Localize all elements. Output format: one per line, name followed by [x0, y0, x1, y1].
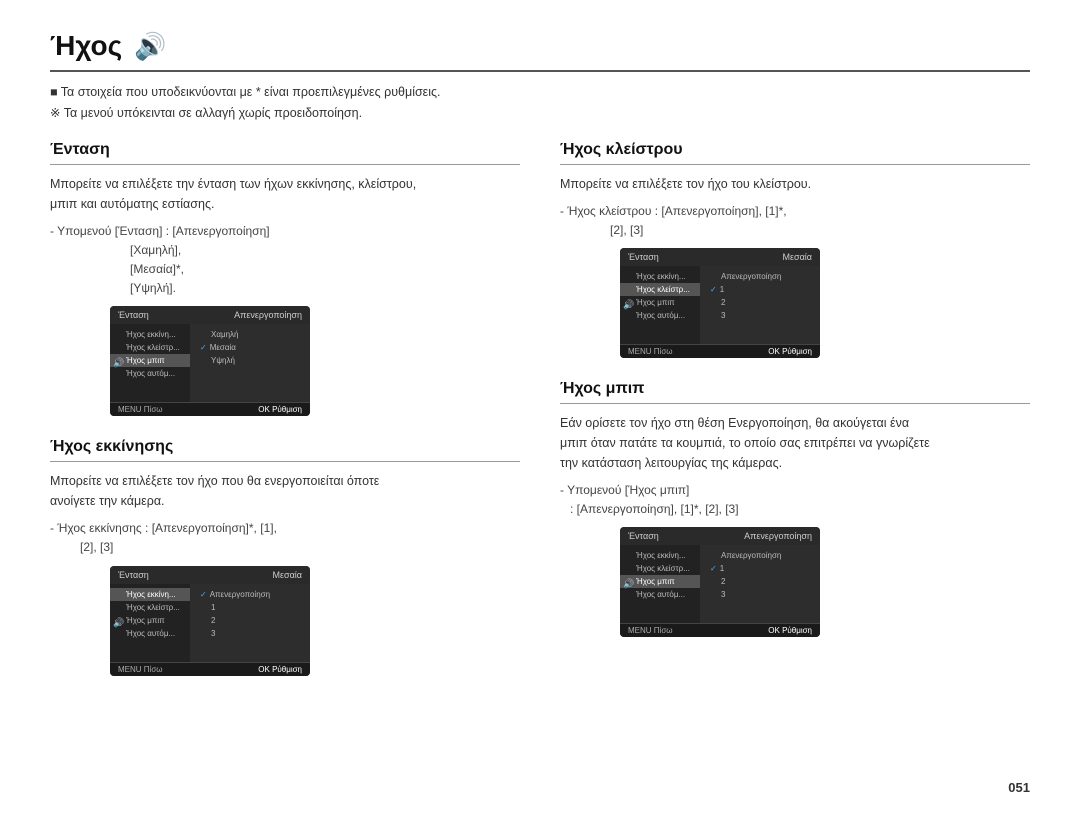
cam-menu-au4: Ήχος αυτόμ...	[620, 588, 700, 601]
intro-section: ■ Τα στοιχεία που υποδεικνύονται με * εί…	[50, 82, 1030, 125]
cam-opt4-1-sel: 1	[706, 562, 814, 575]
section-kleistrou: Ήχος κλείστρου Μπορείτε να επιλέξετε τον…	[560, 141, 1030, 358]
cam-opt3-off: Απενεργοποίηση	[706, 270, 814, 283]
speaker-icon: 🔊	[134, 31, 166, 62]
two-col-layout: Ένταση Μπορείτε να επιλέξετε την ένταση …	[50, 141, 1030, 698]
intro-line1: ■ Τα στοιχεία που υποδεικνύονται με * εί…	[50, 82, 1030, 103]
page-title: Ήχος	[50, 30, 122, 62]
cam-opt-1: 1	[196, 601, 304, 614]
cam-speaker-icon3: 🔊	[623, 299, 634, 310]
camera-left-panel4: 🔊 Ήχος εκκίνη... Ήχος κλείστρ... Ήχος μπ…	[620, 545, 700, 623]
cam-opt-3: 3	[196, 627, 304, 640]
intro-line2: ※ Τα μενού υπόκεινται σε αλλαγή χωρίς πρ…	[50, 103, 1030, 124]
camera-left-panel2: 🔊 Ήχος εκκίνη... Ήχος κλείστρ... Ήχος μπ…	[110, 584, 190, 662]
cam-opt4-2: 2	[706, 575, 814, 588]
cam-speaker-icon4: 🔊	[623, 579, 634, 590]
cam-speaker-icon: 🔊	[113, 358, 124, 369]
section-entasi-body: Μπορείτε να επιλέξετε την ένταση των ήχω…	[50, 174, 520, 214]
section-entasi-note: - Υπομενού [Ένταση] : [Απενεργοποίηση] […	[50, 222, 520, 299]
cam-opt3-3: 3	[706, 309, 814, 322]
camera-ui-content4: 🔊 Ήχος εκκίνη... Ήχος κλείστρ... Ήχος μπ…	[620, 545, 820, 623]
camera-ui-mpip: Ένταση Απενεργοποίηση 🔊 Ήχος εκκίνη... Ή…	[620, 527, 820, 637]
section-entasi-title: Ένταση	[50, 141, 520, 165]
cam-speaker-icon2: 🔊	[113, 617, 124, 628]
cam-menu-ek4: Ήχος εκκίνη...	[620, 549, 700, 562]
left-column: Ένταση Μπορείτε να επιλέξετε την ένταση …	[50, 141, 520, 698]
cam-opt4-3: 3	[706, 588, 814, 601]
section-ekkinisis-body: Μπορείτε να επιλέξετε τον ήχο που θα ενε…	[50, 471, 520, 511]
cam-opt-high: Υψηλή	[196, 354, 304, 367]
camera-ui-entasi: Ένταση Απενεργοποίηση 🔊 Ήχος εκκίνη... Ή…	[110, 306, 310, 416]
cam-menu-entasi: Ήχος εκκίνη...	[110, 328, 190, 341]
cam-menu-kl2: Ήχος κλείστρ...	[110, 601, 190, 614]
camera-ui-header2: Ένταση Μεσαία	[110, 566, 310, 584]
camera-right-panel4: Απενεργοποίηση 1 2 3	[700, 545, 820, 623]
cam-opt3-2: 2	[706, 296, 814, 309]
section-mpip-note: - Υπομενού [Ήχος μπιπ] : [Απενεργοποίηση…	[560, 481, 1030, 519]
cam-opt4-off: Απενεργοποίηση	[706, 549, 814, 562]
cam-menu-au2: Ήχος αυτόμ...	[110, 627, 190, 640]
section-mpip: Ήχος μπιπ Εάν ορίσετε τον ήχο στη θέση Ε…	[560, 380, 1030, 637]
camera-ui-footer: MENU Πίσω OK Ρύθμιση	[110, 402, 310, 416]
camera-ui-header: Ένταση Απενεργοποίηση	[110, 306, 310, 324]
section-ekkinisis-note: - Ήχος εκκίνησης : [Απενεργοποίηση]*, [1…	[50, 519, 520, 557]
camera-right-panel3: Απενεργοποίηση 1 2 3	[700, 266, 820, 344]
cam-menu-au3: Ήχος αυτόμ...	[620, 309, 700, 322]
page-number: 051	[1008, 780, 1030, 795]
camera-ui-ekkinisis: Ένταση Μεσαία 🔊 Ήχος εκκίνη... Ήχος κλεί…	[110, 566, 310, 676]
cam-menu-kleistrou: Ήχος κλείστρ...	[110, 341, 190, 354]
cam-opt3-1-sel: 1	[706, 283, 814, 296]
camera-ui-content2: 🔊 Ήχος εκκίνη... Ήχος κλείστρ... Ήχος μπ…	[110, 584, 310, 662]
camera-ui-footer4: MENU Πίσω OK Ρύθμιση	[620, 623, 820, 637]
camera-right-panel2: Απενεργοποίηση 1 2 3	[190, 584, 310, 662]
camera-ui-header4: Ένταση Απενεργοποίηση	[620, 527, 820, 545]
camera-ui-footer2: MENU Πίσω OK Ρύθμιση	[110, 662, 310, 676]
camera-right-panel: Χαμηλή Μεσαία Υψηλή	[190, 324, 310, 402]
camera-ui-kleistrou: Ένταση Μεσαία 🔊 Ήχος εκκίνη... Ήχος κλεί…	[620, 248, 820, 358]
cam-menu-auto: Ήχος αυτόμ...	[110, 367, 190, 380]
cam-menu-ekk-active: Ήχος εκκίνη...	[110, 588, 190, 601]
section-entasi: Ένταση Μπορείτε να επιλέξετε την ένταση …	[50, 141, 520, 417]
section-kleistrou-note: - Ήχος κλείστρου : [Απενεργοποίηση], [1]…	[560, 202, 1030, 240]
cam-opt-off: Χαμηλή	[196, 328, 304, 341]
camera-ui-header3: Ένταση Μεσαία	[620, 248, 820, 266]
cam-menu-kl4: Ήχος κλείστρ...	[620, 562, 700, 575]
section-mpip-body: Εάν ορίσετε τον ήχο στη θέση Ενεργοποίησ…	[560, 413, 1030, 473]
camera-ui-content: 🔊 Ήχος εκκίνη... Ήχος κλείστρ... Ήχος μπ…	[110, 324, 310, 402]
camera-ui-content3: 🔊 Ήχος εκκίνη... Ήχος κλείστρ... Ήχος μπ…	[620, 266, 820, 344]
page-header: Ήχος 🔊	[50, 30, 1030, 72]
camera-left-panel: 🔊 Ήχος εκκίνη... Ήχος κλείστρ... Ήχος μπ…	[110, 324, 190, 402]
cam-opt-2: 2	[196, 614, 304, 627]
cam-menu-ek3: Ήχος εκκίνη...	[620, 270, 700, 283]
cam-opt-apenergo: Απενεργοποίηση	[196, 588, 304, 601]
camera-left-panel3: 🔊 Ήχος εκκίνη... Ήχος κλείστρ... Ήχος μπ…	[620, 266, 700, 344]
section-ekkinisis-title: Ήχος εκκίνησης	[50, 438, 520, 462]
right-column: Ήχος κλείστρου Μπορείτε να επιλέξετε τον…	[560, 141, 1030, 698]
section-kleistrou-body: Μπορείτε να επιλέξετε τον ήχο του κλείστ…	[560, 174, 1030, 194]
cam-opt-mesaia-sel: Μεσαία	[196, 341, 304, 354]
section-mpip-title: Ήχος μπιπ	[560, 380, 1030, 404]
section-ekkinisis: Ήχος εκκίνησης Μπορείτε να επιλέξετε τον…	[50, 438, 520, 675]
cam-menu-kl3-active: Ήχος κλείστρ...	[620, 283, 700, 296]
page: Ήχος 🔊 ■ Τα στοιχεία που υποδεικνύονται …	[0, 0, 1080, 815]
camera-ui-footer3: MENU Πίσω OK Ρύθμιση	[620, 344, 820, 358]
section-kleistrou-title: Ήχος κλείστρου	[560, 141, 1030, 165]
